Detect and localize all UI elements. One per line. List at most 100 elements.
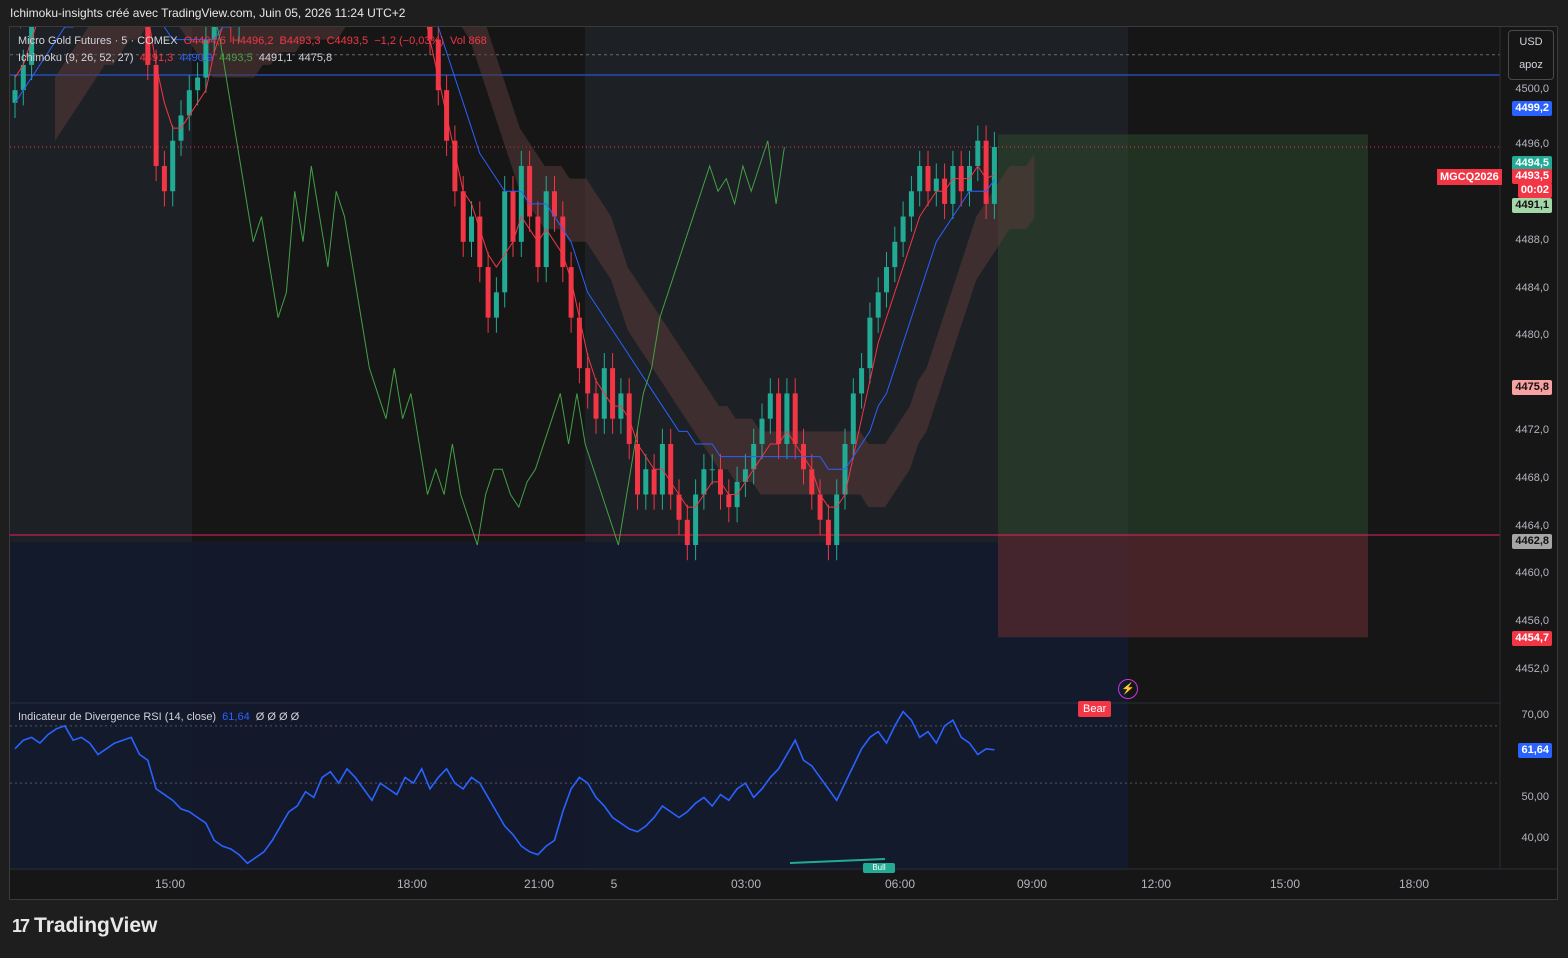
lightning-icon[interactable]: ⚡	[1118, 679, 1138, 699]
candle-body	[825, 519, 831, 546]
candle-body	[726, 494, 732, 508]
rsi-tick: 50,00	[1521, 791, 1549, 803]
price-tick: 4468,0	[1515, 472, 1549, 484]
candle-body	[610, 368, 616, 419]
candle-body	[933, 178, 939, 192]
candle-body	[792, 393, 798, 444]
candle-body	[859, 368, 865, 394]
candle-body	[460, 191, 466, 242]
time-tick: 06:00	[884, 877, 916, 891]
ichimoku-kijun: 4490,9	[179, 52, 213, 64]
candle-body	[925, 165, 931, 192]
candle-body	[817, 494, 823, 520]
candle-body	[510, 191, 516, 242]
candle-body	[983, 140, 989, 204]
candle-body	[469, 216, 474, 242]
candle-body	[884, 267, 889, 293]
chart-caption: Ichimoku-insights créé avec TradingView.…	[10, 6, 406, 20]
time-tick: 12:00	[1140, 877, 1172, 891]
candle-body	[875, 292, 881, 318]
candle-body	[900, 216, 906, 242]
legend-open: O4494,6	[183, 35, 226, 47]
candle-body	[867, 317, 873, 369]
candle-body	[676, 494, 682, 520]
rsi-tick: 70,00	[1521, 709, 1549, 721]
price-tick: 4480,0	[1515, 329, 1549, 341]
candle-body	[701, 469, 707, 495]
candle-body	[195, 77, 201, 91]
price-tick: 4496,0	[1515, 138, 1549, 150]
candle-body	[834, 494, 840, 546]
entry-stop-price-label[interactable]: 4462,8	[1512, 534, 1552, 549]
time-tick: 21:00	[523, 877, 555, 891]
stop-zone	[998, 534, 1368, 638]
time-tick: 18:00	[396, 877, 428, 891]
session-shade-lower	[10, 542, 1128, 869]
time-tick: 15:00	[1269, 877, 1301, 891]
candle-body	[892, 241, 898, 268]
rsi-value: 61,64	[222, 711, 250, 723]
symbol-tag[interactable]: MGCQ2026	[1437, 169, 1502, 185]
stop-price-label[interactable]: 4454,7	[1512, 631, 1552, 646]
candle-body	[186, 90, 192, 116]
ichimoku-legend: Ichimoku (9, 26, 52, 27) 4491,3 4490,9 4…	[18, 52, 335, 64]
ichimoku-name: Ichimoku (9, 26, 52, 27)	[18, 52, 134, 64]
countdown-label: 00:02	[1517, 183, 1552, 198]
legend-high: H4496,2	[231, 35, 274, 47]
legend-close: C4493,5	[326, 35, 369, 47]
candle-body	[693, 494, 699, 546]
time-tick: 15:00	[154, 877, 186, 891]
tradingview-logo-text: TradingView	[34, 914, 158, 937]
candle-body	[593, 393, 599, 419]
currency-unit-box[interactable]: USD apoz	[1508, 30, 1554, 80]
candle-body	[585, 368, 591, 394]
candle-body	[651, 469, 657, 495]
senkou-price-label[interactable]: 4475,8	[1512, 380, 1552, 395]
time-tick: 09:00	[1016, 877, 1048, 891]
time-tick: 5	[610, 877, 618, 891]
legend-symbol: Micro Gold Futures · 5 · COMEX	[18, 35, 178, 47]
price-tick: 4472,0	[1515, 424, 1549, 436]
ichimoku-span-a: 4491,1	[258, 52, 293, 64]
candle-body	[684, 519, 690, 546]
candle-body	[518, 165, 524, 242]
legend-volume: Vol 868	[450, 35, 487, 47]
price-tick: 4500,0	[1515, 83, 1549, 95]
candle-body	[643, 469, 649, 495]
candle-body	[709, 469, 715, 471]
candle-body	[485, 267, 491, 318]
price-tick: 4484,0	[1515, 282, 1549, 294]
candle-body	[20, 64, 26, 91]
last-price-label[interactable]: 4493,5	[1512, 169, 1552, 184]
chart-frame[interactable]: Micro Gold Futures · 5 · COMEX O4494,6 H…	[9, 26, 1558, 900]
candle-body	[527, 165, 533, 217]
bull-divergence-badge[interactable]: Bull	[863, 863, 895, 873]
candle-body	[493, 292, 499, 318]
unit-label: apoz	[1519, 59, 1543, 71]
candle-body	[502, 191, 508, 293]
rsi-price-label[interactable]: 61,64	[1518, 743, 1552, 758]
price-tick: 4452,0	[1515, 663, 1549, 675]
bear-divergence-badge[interactable]: Bear	[1078, 701, 1112, 717]
time-tick: 18:00	[1398, 877, 1430, 891]
candle-body	[452, 140, 458, 192]
legend-low: B4493,3	[279, 35, 321, 47]
candle-body	[975, 140, 981, 166]
ichimoku-span-b: 4475,8	[298, 52, 333, 64]
tradingview-logo[interactable]: 17 TradingView	[12, 914, 157, 938]
candle-body	[908, 191, 914, 217]
chart-canvas[interactable]	[10, 27, 1557, 899]
candle-body	[552, 191, 557, 217]
candle-body	[784, 393, 790, 444]
price-tick: 4488,0	[1515, 234, 1549, 246]
upper-line-price-label[interactable]: 4499,2	[1512, 101, 1552, 116]
main-legend: Micro Gold Futures · 5 · COMEX O4494,6 H…	[18, 35, 490, 47]
kijun-price-label[interactable]: 4491,1	[1512, 198, 1552, 213]
price-tick: 4460,0	[1515, 567, 1549, 579]
candle-body	[161, 165, 167, 192]
rsi-tick: 40,00	[1521, 832, 1549, 844]
price-tick: 4464,0	[1515, 520, 1549, 532]
candle-body	[170, 140, 176, 192]
candle-body	[635, 443, 640, 495]
tradingview-logo-icon: 17	[12, 915, 30, 936]
